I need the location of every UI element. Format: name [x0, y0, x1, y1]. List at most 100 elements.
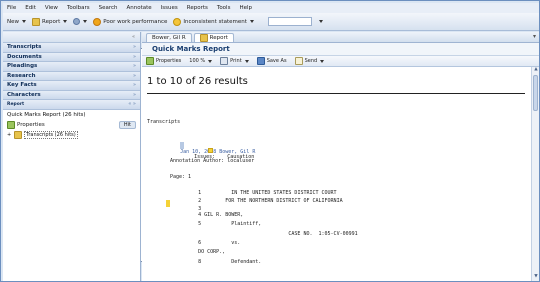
report-button-label: Report: [42, 18, 61, 25]
menu-tools[interactable]: Tools: [217, 5, 231, 11]
chevron-right-icon: »: [132, 82, 136, 89]
quick-mark-icon: [93, 17, 102, 26]
results-count: 1 to 10 of 26 results: [147, 76, 248, 87]
print-icon: [220, 57, 229, 65]
menu-file[interactable]: File: [7, 5, 16, 11]
line-text: FOR THE NORTHERN DISTRICT OF CALIFORNIA: [201, 198, 343, 204]
left-panel-header: «: [3, 32, 140, 43]
menu-annotate[interactable]: Annotate: [127, 5, 152, 11]
tab-bower-label: Bower, Gil R: [152, 35, 186, 41]
main-toolbar: New Report Poor work performance Inconsi…: [3, 13, 539, 262]
nav-characters[interactable]: Characters »: [3, 90, 140, 100]
send-label: Send: [304, 58, 318, 64]
page-label: Page: 1: [170, 174, 192, 180]
highlight-marker: [166, 200, 170, 207]
print-button[interactable]: Print: [220, 57, 249, 65]
chevron-right-icon: »: [132, 91, 136, 98]
nav-key-facts[interactable]: Key Facts »: [3, 81, 140, 91]
send-button[interactable]: Send: [294, 57, 325, 65]
quick-mark-poor-work-label: Poor work performance: [103, 18, 168, 25]
gear-icon: [73, 18, 81, 25]
menu-reports[interactable]: Reports: [187, 5, 208, 11]
print-label: Print: [230, 58, 242, 64]
report-item[interactable]: Quick Marks Report (26 hits): [3, 110, 140, 120]
folder-icon: [14, 130, 22, 139]
menu-search[interactable]: Search: [99, 5, 118, 11]
left-panel: « Transcripts » Documents » Pleadings » …: [3, 32, 141, 281]
vertical-scrollbar[interactable]: ▲ ▼: [531, 67, 539, 281]
hit-badge[interactable]: Hit: [118, 120, 136, 129]
expand-icon[interactable]: +: [7, 132, 12, 138]
chevron-down-icon: [63, 20, 68, 23]
properties-icon: [146, 57, 154, 65]
new-button[interactable]: New: [3, 18, 392, 262]
scroll-up-arrow-icon[interactable]: ▲: [532, 67, 540, 74]
save-as-label: Save As: [266, 58, 287, 64]
transcript-line: 8 Defendant.: [174, 253, 261, 271]
menu-view[interactable]: View: [45, 5, 58, 11]
mail-icon: [294, 57, 303, 65]
menu-edit[interactable]: Edit: [25, 5, 36, 11]
chevron-down-icon: [208, 59, 213, 63]
new-button-label: New: [7, 18, 19, 25]
search-options-button[interactable]: [318, 20, 323, 23]
chevron-down-icon: [244, 59, 249, 63]
tree-item-label: Transcripts (26 hits): [24, 130, 78, 139]
issue-color-icon: [208, 148, 213, 153]
properties-icon: [7, 120, 15, 129]
quick-mark-inconsistent-label: Inconsistent statement: [183, 18, 247, 25]
tab-report-label: Report: [209, 35, 228, 41]
chevron-down-icon: [83, 20, 88, 23]
nav-pleadings[interactable]: Pleadings »: [3, 62, 140, 72]
report-toolbar: Properties 100 % Print Save As Send: [142, 56, 539, 67]
chevron-down-icon: [22, 20, 26, 23]
scroll-thumb[interactable]: [533, 75, 538, 111]
main-area: Bower, Gil R Report ▾ Quick Marks Report…: [142, 32, 539, 281]
nav-research-label: Research: [7, 72, 36, 79]
zoom-select[interactable]: 100 %: [189, 58, 213, 64]
tab-menu-icon[interactable]: ▾: [533, 33, 536, 40]
menu-help[interactable]: Help: [239, 5, 252, 11]
quick-mark-inconsistent-button[interactable]: Inconsistent statement: [173, 17, 254, 26]
nav-transcripts-label: Transcripts: [7, 44, 42, 51]
nav-research[interactable]: Research »: [3, 71, 140, 81]
report-title: Quick Marks Report: [142, 43, 539, 56]
tab-bower[interactable]: Bower, Gil R: [146, 33, 192, 42]
chevron-right-icon: »: [132, 72, 136, 79]
tools-button[interactable]: [73, 18, 88, 25]
menu-issues[interactable]: Issues: [161, 5, 178, 11]
chevron-right-icon: »: [132, 44, 136, 51]
tree-item-transcripts[interactable]: + Transcripts (26 hits): [3, 130, 140, 140]
report-document: 1 to 10 of 26 results Transcripts Jan 10…: [142, 67, 531, 281]
chevron-right-icon: »: [132, 63, 136, 70]
nav-documents[interactable]: Documents »: [3, 52, 140, 62]
nav-key-facts-label: Key Facts: [7, 82, 37, 89]
nav-report-label: Report: [7, 101, 25, 107]
properties-label: Properties: [17, 121, 45, 128]
annotation-author: Annotation Author: localuser: [170, 158, 255, 164]
report-button[interactable]: Report: [32, 17, 68, 26]
divider: [147, 93, 525, 94]
properties-row[interactable]: Properties Hit: [3, 120, 140, 130]
menu-bar: File Edit View Toolbars Search Annotate …: [3, 3, 539, 13]
properties-toggle-button[interactable]: Properties: [146, 57, 181, 65]
save-as-button[interactable]: Save As: [256, 57, 287, 65]
quick-mark-poor-work-button[interactable]: Poor work performance: [93, 17, 168, 26]
nav-pleadings-label: Pleadings: [7, 63, 38, 70]
menu-toolbars[interactable]: Toolbars: [67, 5, 90, 11]
search-input[interactable]: [267, 17, 312, 26]
nav-transcripts[interactable]: Transcripts »: [3, 43, 140, 53]
report-item-label: Quick Marks Report (26 hits): [7, 111, 86, 118]
tab-report[interactable]: Report: [193, 33, 234, 42]
line-text: Defendant.: [201, 259, 262, 265]
nav-report[interactable]: Report « »: [3, 100, 140, 110]
nav-characters-label: Characters: [7, 91, 41, 98]
properties-button[interactable]: Properties: [7, 120, 45, 129]
collapse-icon[interactable]: «: [132, 34, 135, 40]
chevron-right-icon: »: [132, 53, 136, 60]
app-window: File Edit View Toolbars Search Annotate …: [0, 0, 540, 282]
quick-mark-icon: [173, 17, 182, 26]
scroll-down-arrow-icon[interactable]: ▼: [532, 274, 540, 281]
chevron-down-icon: « »: [128, 101, 136, 108]
section-label: Transcripts: [147, 119, 181, 125]
